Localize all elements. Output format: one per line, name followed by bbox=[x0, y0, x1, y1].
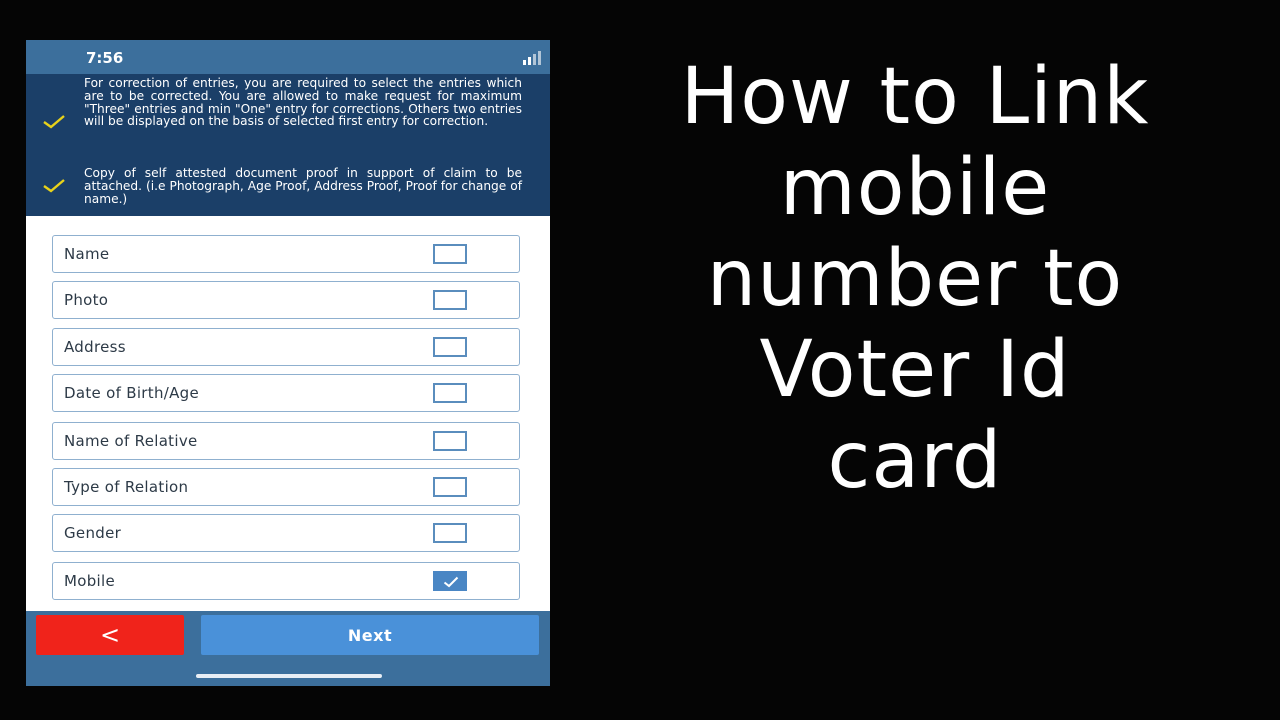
field-row-mobile[interactable]: Mobile bbox=[52, 562, 520, 600]
phone-screen: 7:56 84 For correction of entries, you a… bbox=[26, 40, 550, 686]
field-label: Type of Relation bbox=[64, 478, 189, 496]
title-line: Voter Id bbox=[759, 325, 1071, 415]
field-checkbox[interactable] bbox=[433, 244, 467, 264]
title-line: card bbox=[827, 416, 1003, 506]
field-label: Gender bbox=[64, 524, 122, 542]
video-title: How to Link mobile number to Voter Id ca… bbox=[570, 52, 1260, 507]
title-line: How to Link bbox=[680, 52, 1150, 142]
field-row-photo[interactable]: Photo bbox=[52, 281, 520, 319]
field-label: Name bbox=[64, 245, 110, 263]
field-checkbox[interactable] bbox=[433, 290, 467, 310]
instruction-text: For correction of entries, you are requi… bbox=[84, 76, 522, 129]
next-button[interactable]: Next bbox=[201, 615, 539, 655]
field-row-address[interactable]: Address bbox=[52, 328, 520, 366]
field-row-date-of-birth[interactable]: Date of Birth/Age bbox=[52, 374, 520, 412]
field-checkbox[interactable] bbox=[433, 431, 467, 451]
correction-field-list: Name Photo Address Date of Birth/Age Nam… bbox=[26, 216, 550, 611]
check-icon bbox=[443, 576, 459, 588]
checkmark-icon bbox=[43, 179, 65, 193]
field-row-type-of-relation[interactable]: Type of Relation bbox=[52, 468, 520, 506]
home-indicator[interactable] bbox=[196, 674, 382, 678]
field-label: Mobile bbox=[64, 572, 116, 590]
field-row-name-of-relative[interactable]: Name of Relative bbox=[52, 422, 520, 460]
back-button[interactable]: < bbox=[36, 615, 184, 655]
status-bar: 7:56 84 bbox=[26, 40, 550, 74]
field-checkbox[interactable] bbox=[433, 383, 467, 403]
field-label: Photo bbox=[64, 291, 109, 309]
field-row-gender[interactable]: Gender bbox=[52, 514, 520, 552]
bottom-action-bar: < Next bbox=[26, 611, 550, 686]
field-checkbox[interactable] bbox=[433, 337, 467, 357]
field-label: Name of Relative bbox=[64, 432, 198, 450]
field-checkbox[interactable] bbox=[433, 523, 467, 543]
title-line: mobile bbox=[779, 143, 1051, 233]
field-checkbox[interactable] bbox=[433, 477, 467, 497]
status-time: 7:56 bbox=[86, 49, 124, 67]
field-label: Address bbox=[64, 338, 126, 356]
instructions-panel: For correction of entries, you are requi… bbox=[26, 74, 550, 216]
field-row-name[interactable]: Name bbox=[52, 235, 520, 273]
field-label: Date of Birth/Age bbox=[64, 384, 200, 402]
instruction-text: Copy of self attested document proof in … bbox=[84, 166, 522, 206]
checkmark-icon bbox=[43, 115, 65, 129]
title-line: number to bbox=[706, 234, 1124, 324]
field-checkbox-checked[interactable] bbox=[433, 571, 467, 591]
signal-icon bbox=[523, 51, 541, 65]
